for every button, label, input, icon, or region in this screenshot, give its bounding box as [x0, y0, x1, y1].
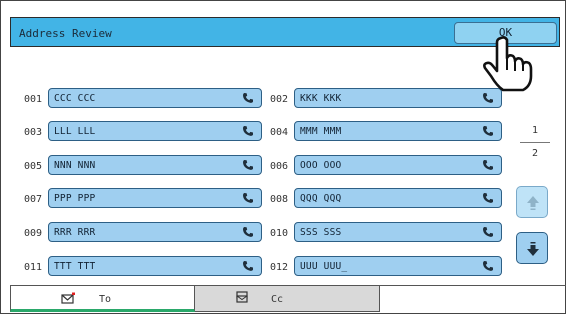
- phone-icon: [243, 93, 253, 103]
- phone-icon: [483, 227, 493, 237]
- address-entry-button[interactable]: SSS SSS: [294, 222, 502, 242]
- current-page: 1: [531, 125, 539, 136]
- arrow-down-icon: [527, 242, 539, 256]
- tab-to[interactable]: To: [10, 286, 195, 312]
- address-entry-button[interactable]: RRR RRR: [48, 222, 262, 242]
- entry-number: 006: [270, 161, 289, 172]
- address-label: QQQ QQQ: [300, 193, 342, 204]
- entry-number: 005: [24, 161, 43, 172]
- entry-number: 004: [270, 127, 289, 138]
- entry-number: 010: [270, 228, 289, 239]
- tab-cc-label: Cc: [271, 294, 284, 305]
- address-label: CCC CCC: [54, 93, 96, 104]
- phone-icon: [483, 126, 493, 136]
- address-entry-button[interactable]: PPP PPP: [48, 188, 262, 208]
- page-title: Address Review: [19, 27, 112, 40]
- phone-icon: [483, 160, 493, 170]
- phone-icon: [243, 160, 253, 170]
- address-entry-button[interactable]: LLL LLL: [48, 121, 262, 141]
- entry-number: 007: [24, 194, 43, 205]
- scroll-up-button[interactable]: [516, 186, 548, 218]
- address-entry-button[interactable]: KKK KKK: [294, 88, 502, 108]
- entry-number: 011: [24, 262, 43, 273]
- address-label: RRR RRR: [54, 227, 96, 238]
- phone-icon: [243, 227, 253, 237]
- entry-number: 001: [24, 94, 43, 105]
- address-entry-button[interactable]: UUU UUU_: [294, 256, 502, 276]
- phone-icon: [243, 261, 253, 271]
- entry-number: 008: [270, 194, 289, 205]
- address-label: TTT TTT: [54, 261, 96, 272]
- envelope-stack-icon: [236, 291, 248, 303]
- tab-to-label: To: [99, 294, 112, 305]
- tab-cc[interactable]: Cc: [195, 286, 380, 312]
- phone-icon: [243, 126, 253, 136]
- address-entry-button[interactable]: TTT TTT: [48, 256, 262, 276]
- hand-pointer-icon: [483, 36, 533, 92]
- phone-icon: [243, 193, 253, 203]
- arrow-up-icon: [527, 196, 539, 210]
- address-entry-button[interactable]: CCC CCC: [48, 88, 262, 108]
- address-label: LLL LLL: [54, 126, 96, 137]
- entry-number: 012: [270, 262, 289, 273]
- entry-number: 003: [24, 127, 43, 138]
- address-label: NNN NNN: [54, 160, 96, 171]
- address-entry-button[interactable]: QQQ QQQ: [294, 188, 502, 208]
- phone-icon: [483, 193, 493, 203]
- page-divider: [520, 142, 550, 143]
- address-label: PPP PPP: [54, 193, 96, 204]
- address-entry-button[interactable]: NNN NNN: [48, 155, 262, 175]
- address-label: OOO OOO: [300, 160, 342, 171]
- address-label: SSS SSS: [300, 227, 342, 238]
- address-label: KKK KKK: [300, 93, 342, 104]
- entry-number: 009: [24, 228, 43, 239]
- address-entry-button[interactable]: MMM MMM: [294, 121, 502, 141]
- entry-number: 002: [270, 94, 289, 105]
- phone-icon: [483, 261, 493, 271]
- scroll-down-button[interactable]: [516, 232, 548, 264]
- address-label: MMM MMM: [300, 126, 342, 137]
- envelope-icon: [61, 292, 75, 304]
- address-label: UUU UUU_: [300, 261, 348, 272]
- total-pages: 2: [531, 148, 539, 159]
- address-entry-button[interactable]: OOO OOO: [294, 155, 502, 175]
